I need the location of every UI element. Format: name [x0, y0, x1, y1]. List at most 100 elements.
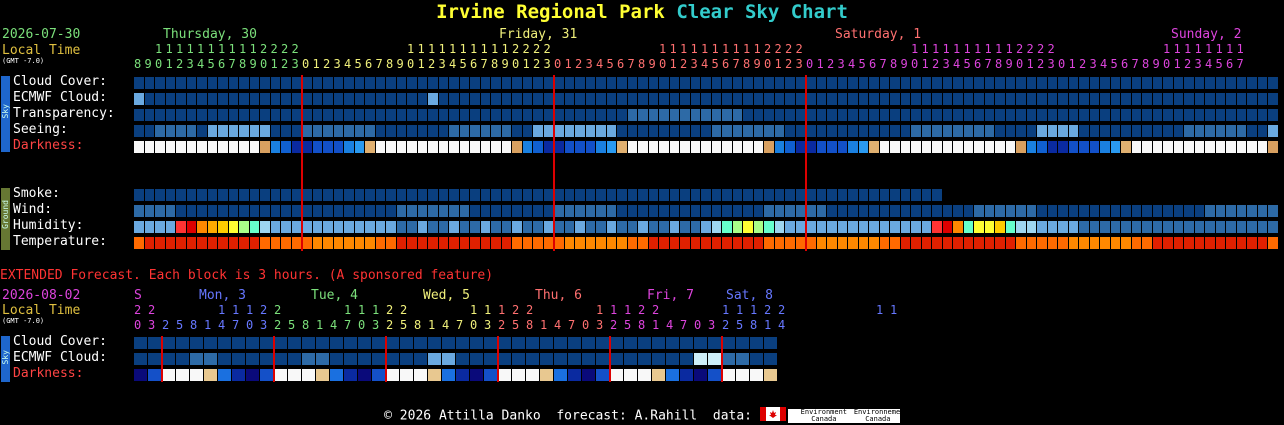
transparency-cell[interactable]	[1215, 109, 1225, 121]
cloud-cell[interactable]	[921, 77, 931, 89]
seeing-cell[interactable]	[1257, 125, 1267, 137]
ext-darkness-cell[interactable]	[344, 369, 357, 381]
cloud-cell[interactable]	[1100, 77, 1110, 89]
wind-cell[interactable]	[963, 205, 973, 217]
ext-ecmwf-cell[interactable]	[148, 353, 161, 365]
humidity-cell[interactable]	[900, 221, 910, 233]
seeing-cell[interactable]	[1173, 125, 1183, 137]
darkness-cell[interactable]	[1079, 141, 1089, 153]
darkness-cell[interactable]	[974, 141, 984, 153]
ecmwf-cell[interactable]	[1257, 93, 1267, 105]
seeing-cell[interactable]	[816, 125, 826, 137]
ext-darkness-cell[interactable]	[722, 369, 735, 381]
humidity-cell[interactable]	[1110, 221, 1120, 233]
ext-darkness-cell[interactable]	[246, 369, 259, 381]
darkness-cell[interactable]	[827, 141, 837, 153]
seeing-cell[interactable]	[1100, 125, 1110, 137]
darkness-cell[interactable]	[1257, 141, 1267, 153]
seeing-cell[interactable]	[827, 125, 837, 137]
ext-darkness-cell[interactable]	[568, 369, 581, 381]
humidity-cell[interactable]	[1121, 221, 1131, 233]
ecmwf-cell[interactable]	[1163, 93, 1173, 105]
ext-cloud-cell[interactable]	[386, 337, 399, 349]
ext-ecmwf-cell[interactable]	[652, 353, 665, 365]
humidity-cell[interactable]	[1016, 221, 1026, 233]
transparency-cell[interactable]	[879, 109, 889, 121]
cloud-cell[interactable]	[858, 77, 868, 89]
humidity-cell[interactable]	[858, 221, 868, 233]
wind-cell[interactable]	[900, 205, 910, 217]
seeing-cell[interactable]	[995, 125, 1005, 137]
darkness-cell[interactable]	[921, 141, 931, 153]
ecmwf-cell[interactable]	[984, 93, 994, 105]
transparency-cell[interactable]	[816, 109, 826, 121]
ext-cloud-cell[interactable]	[708, 337, 721, 349]
darkness-cell[interactable]	[1005, 141, 1015, 153]
ext-cloud-cell[interactable]	[526, 337, 539, 349]
ext-darkness-cell[interactable]	[624, 369, 637, 381]
cloud-cell[interactable]	[1257, 77, 1267, 89]
darkness-cell[interactable]	[869, 141, 879, 153]
ext-ecmwf-cell[interactable]	[596, 353, 609, 365]
ext-ecmwf-cell[interactable]	[204, 353, 217, 365]
ext-cloud-cell[interactable]	[582, 337, 595, 349]
humidity-cell[interactable]	[1142, 221, 1152, 233]
seeing-cell[interactable]	[911, 125, 921, 137]
temperature-cell[interactable]	[858, 237, 868, 249]
wind-cell[interactable]	[1037, 205, 1047, 217]
ext-darkness-cell[interactable]	[176, 369, 189, 381]
wind-cell[interactable]	[1016, 205, 1026, 217]
wind-cell[interactable]	[1152, 205, 1162, 217]
ext-cloud-cell[interactable]	[134, 337, 147, 349]
darkness-cell[interactable]	[984, 141, 994, 153]
transparency-cell[interactable]	[974, 109, 984, 121]
seeing-cell[interactable]	[785, 125, 795, 137]
ecmwf-cell[interactable]	[816, 93, 826, 105]
temperature-cell[interactable]	[1047, 237, 1057, 249]
seeing-cell[interactable]	[848, 125, 858, 137]
seeing-cell[interactable]	[1068, 125, 1078, 137]
seeing-cell[interactable]	[837, 125, 847, 137]
temperature-cell[interactable]	[1152, 237, 1162, 249]
seeing-cell[interactable]	[1131, 125, 1141, 137]
ecmwf-cell[interactable]	[900, 93, 910, 105]
extended-grid[interactable]	[134, 0, 784, 400]
ext-darkness-cell[interactable]	[358, 369, 371, 381]
transparency-cell[interactable]	[827, 109, 837, 121]
wind-cell[interactable]	[1089, 205, 1099, 217]
ext-ecmwf-cell[interactable]	[526, 353, 539, 365]
transparency-cell[interactable]	[837, 109, 847, 121]
temperature-cell[interactable]	[890, 237, 900, 249]
darkness-cell[interactable]	[1131, 141, 1141, 153]
humidity-cell[interactable]	[785, 221, 795, 233]
cloud-cell[interactable]	[995, 77, 1005, 89]
ecmwf-cell[interactable]	[911, 93, 921, 105]
ecmwf-cell[interactable]	[1110, 93, 1120, 105]
darkness-cell[interactable]	[911, 141, 921, 153]
darkness-cell[interactable]	[1110, 141, 1120, 153]
seeing-cell[interactable]	[1215, 125, 1225, 137]
temperature-cell[interactable]	[869, 237, 879, 249]
transparency-cell[interactable]	[932, 109, 942, 121]
ext-darkness-cell[interactable]	[414, 369, 427, 381]
cloud-cell[interactable]	[848, 77, 858, 89]
humidity-cell[interactable]	[1068, 221, 1078, 233]
ext-darkness-cell[interactable]	[582, 369, 595, 381]
humidity-cell[interactable]	[869, 221, 879, 233]
seeing-cell[interactable]	[974, 125, 984, 137]
humidity-cell[interactable]	[1089, 221, 1099, 233]
humidity-cell[interactable]	[1152, 221, 1162, 233]
seeing-cell[interactable]	[942, 125, 952, 137]
ext-ecmwf-cell[interactable]	[162, 353, 175, 365]
ext-ecmwf-cell[interactable]	[680, 353, 693, 365]
cloud-cell[interactable]	[869, 77, 879, 89]
ext-darkness-cell[interactable]	[750, 369, 763, 381]
ecmwf-cell[interactable]	[1100, 93, 1110, 105]
darkness-cell[interactable]	[1173, 141, 1183, 153]
ext-ecmwf-cell[interactable]	[722, 353, 735, 365]
seeing-cell[interactable]	[1142, 125, 1152, 137]
temperature-cell[interactable]	[1205, 237, 1215, 249]
ext-darkness-cell[interactable]	[386, 369, 399, 381]
ext-ecmwf-cell[interactable]	[694, 353, 707, 365]
darkness-cell[interactable]	[890, 141, 900, 153]
